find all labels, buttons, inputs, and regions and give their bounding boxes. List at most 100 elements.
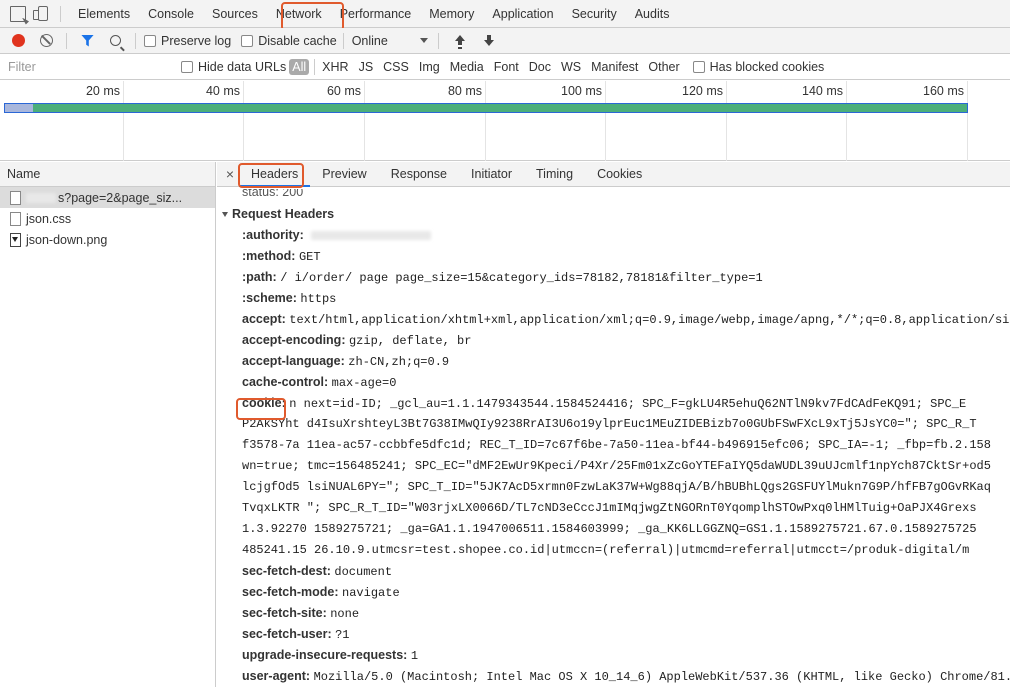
- tab-preview[interactable]: Preview: [310, 162, 378, 187]
- tick-label: 80 ms: [447, 84, 482, 98]
- search-icon[interactable]: [110, 35, 121, 46]
- tick-label: 20 ms: [85, 84, 120, 98]
- cookie-key-highlight: [236, 398, 286, 420]
- tick-label: 140 ms: [802, 84, 843, 98]
- divider: [60, 5, 61, 22]
- header-value: navigate: [342, 586, 400, 600]
- export-har-icon[interactable]: [483, 34, 495, 47]
- tab-timing[interactable]: Timing: [524, 162, 585, 187]
- divider: [66, 32, 67, 49]
- request-row[interactable]: s?page=2&page_siz...: [0, 187, 215, 208]
- header-value: max-age=0: [331, 376, 397, 390]
- status-row: status: 200: [217, 187, 1010, 204]
- network-overview[interactable]: 20 ms 40 ms 60 ms 80 ms 100 ms 120 ms 14…: [0, 81, 1010, 161]
- checkbox-box[interactable]: [144, 34, 156, 47]
- header-key: :scheme:: [242, 291, 297, 305]
- network-toolbar: Preserve log Disable cache Online: [0, 28, 1010, 54]
- filter-type-manifest[interactable]: Manifest: [586, 60, 643, 74]
- hide-data-urls-checkbox[interactable]: Hide data URLs: [181, 60, 286, 74]
- grid-line: [726, 81, 727, 161]
- tab-response[interactable]: Response: [379, 162, 459, 187]
- inspect-element-icon[interactable]: [10, 5, 26, 22]
- cookie-value-line: 1.3.92270 1589275721; _ga=GA1.1.19470065…: [242, 522, 977, 536]
- chevron-down-icon: [419, 38, 428, 43]
- tab-elements[interactable]: Elements: [69, 0, 139, 28]
- header-key: :authority:: [242, 228, 304, 242]
- tab-console[interactable]: Console: [139, 0, 203, 28]
- header-key: upgrade-insecure-requests:: [242, 648, 408, 662]
- header-key: accept-encoding:: [242, 333, 346, 347]
- filter-type-img[interactable]: Img: [414, 60, 445, 74]
- filter-type-all[interactable]: All: [289, 59, 310, 75]
- filter-type-ws[interactable]: WS: [556, 60, 586, 74]
- header-key: sec-fetch-dest:: [242, 564, 331, 578]
- divider: [135, 32, 136, 49]
- tab-memory[interactable]: Memory: [420, 0, 483, 28]
- has-blocked-cookies-label: Has blocked cookies: [709, 60, 825, 74]
- grid-line: [123, 81, 124, 161]
- filter-type-other[interactable]: Other: [643, 60, 684, 74]
- preserve-log-checkbox[interactable]: Preserve log: [144, 34, 231, 48]
- tab-initiator[interactable]: Initiator: [459, 162, 524, 187]
- tab-sources[interactable]: Sources: [203, 0, 267, 28]
- tab-security[interactable]: Security: [563, 0, 626, 28]
- header-row: :authority:: [217, 225, 1010, 246]
- header-key: accept:: [242, 312, 286, 326]
- disable-cache-label: Disable cache: [258, 33, 337, 48]
- tab-cookies[interactable]: Cookies: [585, 162, 654, 187]
- document-icon: [10, 190, 21, 205]
- hide-data-urls-label: Hide data URLs: [198, 60, 287, 74]
- divider: [314, 59, 316, 75]
- name-column-header[interactable]: Name: [0, 162, 215, 187]
- clear-icon[interactable]: [40, 34, 53, 47]
- filter-type-css[interactable]: CSS: [378, 60, 414, 74]
- header-row: accept-encoding: gzip, deflate, br: [217, 330, 1010, 351]
- tab-audits[interactable]: Audits: [626, 0, 679, 28]
- filter-input[interactable]: [4, 57, 169, 77]
- checkbox-box[interactable]: [692, 61, 705, 73]
- tab-application[interactable]: Application: [483, 0, 562, 28]
- filter-type-xhr[interactable]: XHR: [317, 60, 353, 74]
- request-name: json.css: [26, 211, 72, 226]
- close-icon[interactable]: ×: [221, 166, 239, 182]
- header-value: GET: [298, 250, 321, 264]
- filter-type-media[interactable]: Media: [445, 60, 489, 74]
- grid-line: [605, 81, 606, 161]
- grid-line: [967, 81, 968, 161]
- header-value: document: [334, 565, 393, 579]
- checkbox-box[interactable]: [181, 61, 193, 73]
- tab-performance[interactable]: Performance: [331, 0, 421, 28]
- header-value: / i/order/ page page_size=15&category_id…: [280, 271, 763, 285]
- header-row: upgrade-insecure-requests: 1: [217, 645, 1010, 666]
- header-row: accept: text/html,application/xhtml+xml,…: [217, 309, 1010, 330]
- filter-icon[interactable]: [81, 34, 94, 47]
- requests-list: Name s?page=2&page_siz... json.css json-…: [0, 162, 216, 687]
- request-details: × Headers Preview Response Initiator Tim…: [217, 162, 1010, 687]
- import-har-icon[interactable]: [454, 34, 466, 47]
- request-headers-label: Request Headers: [232, 207, 335, 221]
- header-value: text/html,application/xhtml+xml,applicat…: [289, 313, 1010, 327]
- filter-type-doc[interactable]: Doc: [524, 60, 556, 74]
- device-toolbar-icon[interactable]: [33, 6, 48, 21]
- header-value: 1: [410, 649, 419, 663]
- request-row[interactable]: json.css: [0, 208, 215, 229]
- filter-type-js[interactable]: JS: [354, 60, 379, 74]
- header-key: :method:: [242, 249, 296, 263]
- devtools-panel-bar: Elements Console Sources Network Perform…: [0, 0, 1010, 28]
- header-key: sec-fetch-user:: [242, 627, 332, 641]
- checkbox-box[interactable]: [241, 34, 254, 47]
- details-tabs: × Headers Preview Response Initiator Tim…: [217, 162, 1010, 187]
- record-icon[interactable]: [12, 34, 25, 47]
- header-key: :path:: [242, 270, 277, 284]
- cookie-value-line: lcjgfOd5 lsiNUAL6PY="; SPC_T_ID="5JK7AcD…: [242, 480, 991, 494]
- disable-cache-checkbox[interactable]: Disable cache: [241, 34, 337, 48]
- header-value: gzip, deflate, br: [348, 334, 472, 348]
- filter-type-font[interactable]: Font: [489, 60, 524, 74]
- header-row: sec-fetch-user: ?1: [217, 624, 1010, 645]
- headers-tab-highlight: [238, 163, 304, 188]
- request-headers-title[interactable]: Request Headers: [217, 204, 1010, 225]
- throttling-select[interactable]: Online: [352, 34, 428, 48]
- request-row[interactable]: json-down.png: [0, 229, 215, 250]
- header-row: sec-fetch-site: none: [217, 603, 1010, 624]
- has-blocked-cookies-checkbox[interactable]: Has blocked cookies: [692, 60, 825, 74]
